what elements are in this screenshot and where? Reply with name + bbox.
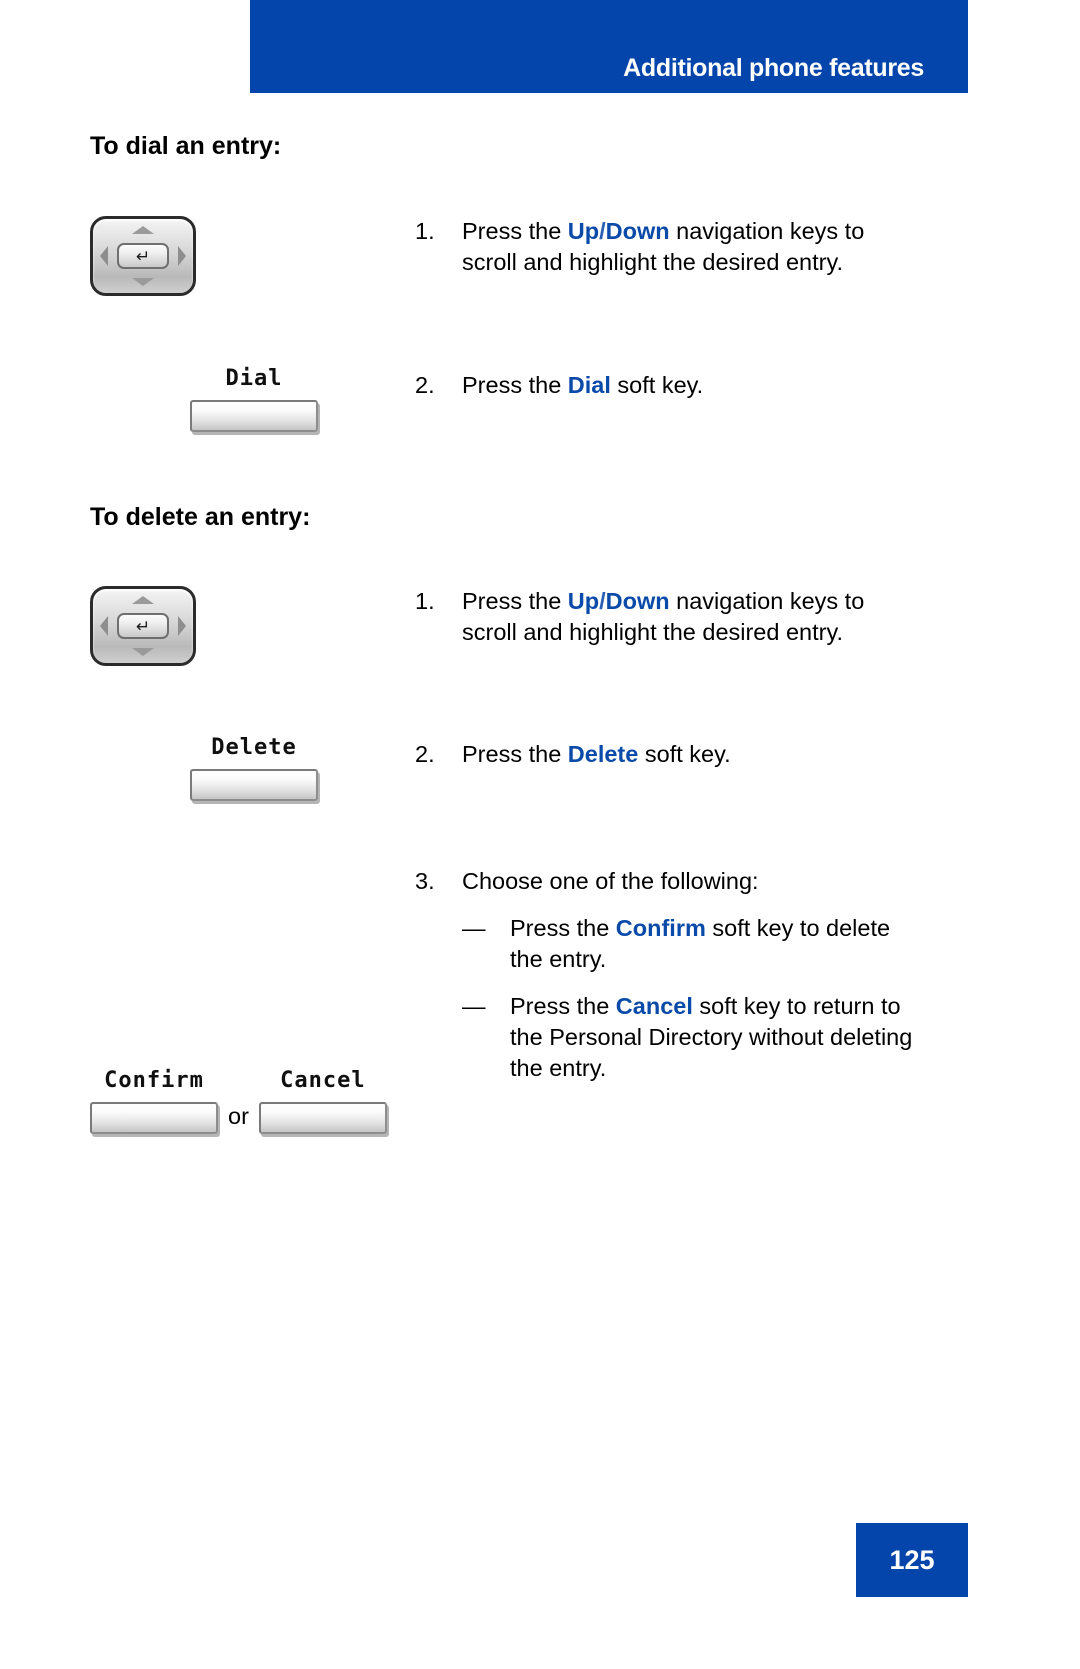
step-row-delete-2: Delete 2. Press the Delete soft key.: [0, 735, 1080, 815]
step-row-delete-3: Confirm or Cancel 3. Choose one of the f…: [0, 866, 1080, 1134]
step-art-navigation-keys: ↵: [90, 216, 410, 326]
step-art-delete-softkey: Delete: [90, 735, 410, 815]
softkey-button-cancel[interactable]: [258, 1102, 387, 1134]
keyword-down: Down: [605, 588, 670, 614]
enter-arrow-icon: ↵: [135, 616, 151, 636]
softkey-label-dial: Dial: [225, 366, 283, 391]
softkey-label-confirm: Confirm: [104, 1068, 204, 1093]
nav-down-arrow-icon[interactable]: [132, 278, 154, 286]
step-number: 3.: [415, 868, 435, 894]
step-body: Press the Up/Down navigation keys to scr…: [462, 218, 865, 275]
step-art-navigation-keys: ↵: [90, 586, 410, 696]
step-number: 2.: [415, 372, 435, 398]
nav-enter-key[interactable]: ↵: [117, 243, 169, 269]
sub-item-text: Press the Cancel soft key to return to t…: [510, 993, 913, 1081]
keyword-cancel: Cancel: [615, 993, 693, 1019]
step-text-dial-1: 1. Press the Up/Down navigation keys to …: [415, 216, 925, 278]
keyword-delete: Delete: [567, 741, 639, 767]
step-number: 1.: [415, 588, 435, 614]
keyword-confirm: Confirm: [615, 915, 706, 941]
enter-arrow-icon: ↵: [135, 246, 151, 266]
step-text-delete-3: 3. Choose one of the following: — Press …: [415, 866, 925, 1084]
nav-up-arrow-icon[interactable]: [132, 596, 154, 604]
navigation-key-cluster-icon[interactable]: ↵: [90, 586, 196, 666]
sub-item-cancel: — Press the Cancel soft key to return to…: [462, 991, 925, 1084]
softkey-dial[interactable]: Dial: [190, 366, 318, 432]
nav-left-arrow-icon[interactable]: [100, 616, 108, 636]
softkey-button-confirm[interactable]: [90, 1102, 218, 1134]
step-number: 2.: [415, 741, 435, 767]
navigation-key-cluster-icon[interactable]: ↵: [90, 216, 196, 296]
step-art-confirm-cancel-softkeys: Confirm or Cancel: [90, 904, 420, 1134]
keyword-down: Down: [605, 218, 670, 244]
step-body: Press the Up/Down navigation keys to scr…: [462, 588, 865, 645]
softkey-confirm[interactable]: Confirm: [90, 1068, 218, 1134]
nav-down-arrow-icon[interactable]: [132, 648, 154, 656]
step-body: Choose one of the following:: [462, 868, 759, 894]
page-content: To dial an entry: ↵ 1. Press the Up/Down…: [0, 0, 1080, 1669]
em-dash-bullet-icon: —: [462, 993, 486, 1019]
em-dash-bullet-icon: —: [462, 915, 486, 941]
step-text-delete-1: 1. Press the Up/Down navigation keys to …: [415, 586, 925, 648]
page-number: 125: [889, 1544, 935, 1575]
softkey-label-delete: Delete: [211, 735, 297, 760]
step-text-dial-2: 2. Press the Dial soft key.: [415, 370, 925, 401]
or-label: or: [228, 1103, 249, 1129]
step-text-delete-2: 2. Press the Delete soft key.: [415, 739, 925, 770]
nav-right-arrow-icon[interactable]: [178, 616, 186, 636]
sub-item-text: Press the Confirm soft key to delete the…: [510, 915, 891, 972]
keyword-dial: Dial: [567, 372, 611, 398]
section-heading-dial: To dial an entry:: [90, 132, 282, 160]
nav-left-arrow-icon[interactable]: [100, 246, 108, 266]
softkey-cancel[interactable]: Cancel: [258, 1068, 387, 1134]
keyword-up: Up: [567, 218, 600, 244]
softkey-label-cancel: Cancel: [280, 1068, 366, 1093]
step-row-dial-2: Dial 2. Press the Dial soft key.: [0, 366, 1080, 446]
keyword-up: Up: [567, 588, 600, 614]
softkey-button-delete[interactable]: [190, 769, 318, 801]
softkey-delete[interactable]: Delete: [190, 735, 318, 801]
step-number: 1.: [415, 218, 435, 244]
section-heading-delete: To delete an entry:: [90, 503, 311, 531]
nav-up-arrow-icon[interactable]: [132, 226, 154, 234]
nav-enter-key[interactable]: ↵: [117, 613, 169, 639]
page-number-box: 125: [856, 1523, 968, 1597]
step-art-dial-softkey: Dial: [90, 366, 410, 446]
step-row-delete-1: ↵ 1. Press the Up/Down navigation keys t…: [0, 586, 1080, 696]
step-body: Press the Dial soft key.: [462, 372, 704, 398]
softkey-button-dial[interactable]: [190, 400, 318, 432]
nav-right-arrow-icon[interactable]: [178, 246, 186, 266]
step-body: Press the Delete soft key.: [462, 741, 731, 767]
step-row-dial-1: ↵ 1. Press the Up/Down navigation keys t…: [0, 216, 1080, 326]
sub-item-confirm: — Press the Confirm soft key to delete t…: [462, 913, 925, 975]
